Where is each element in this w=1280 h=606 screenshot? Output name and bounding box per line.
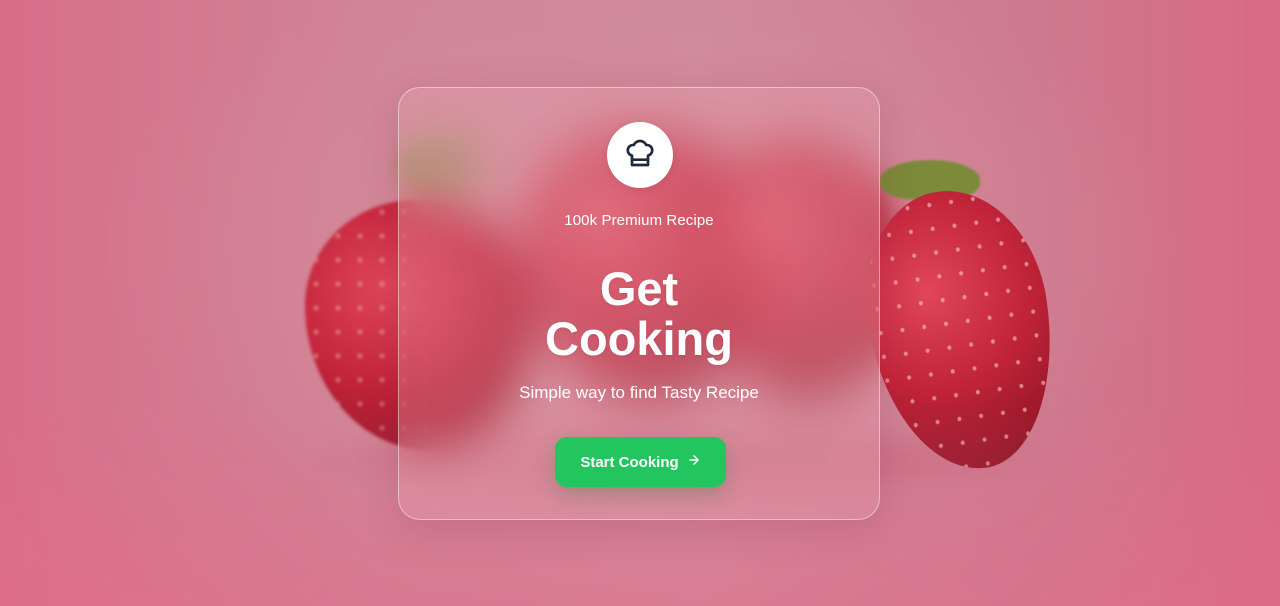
title-line-2: Cooking: [545, 312, 733, 365]
start-cooking-button[interactable]: Start Cooking: [555, 437, 726, 487]
page-title: Get Cooking: [399, 264, 879, 364]
hero-card: 100k Premium Recipe Get Cooking Simple w…: [398, 87, 880, 520]
chef-hat-icon: [624, 137, 656, 174]
premium-tagline: 100k Premium Recipe: [564, 212, 714, 229]
subtitle: Simple way to find Tasty Recipe: [519, 383, 759, 402]
logo-badge: [607, 122, 673, 188]
start-cooking-label: Start Cooking: [580, 453, 679, 471]
title-line-1: Get: [599, 262, 679, 315]
arrow-right-icon: [687, 453, 701, 471]
